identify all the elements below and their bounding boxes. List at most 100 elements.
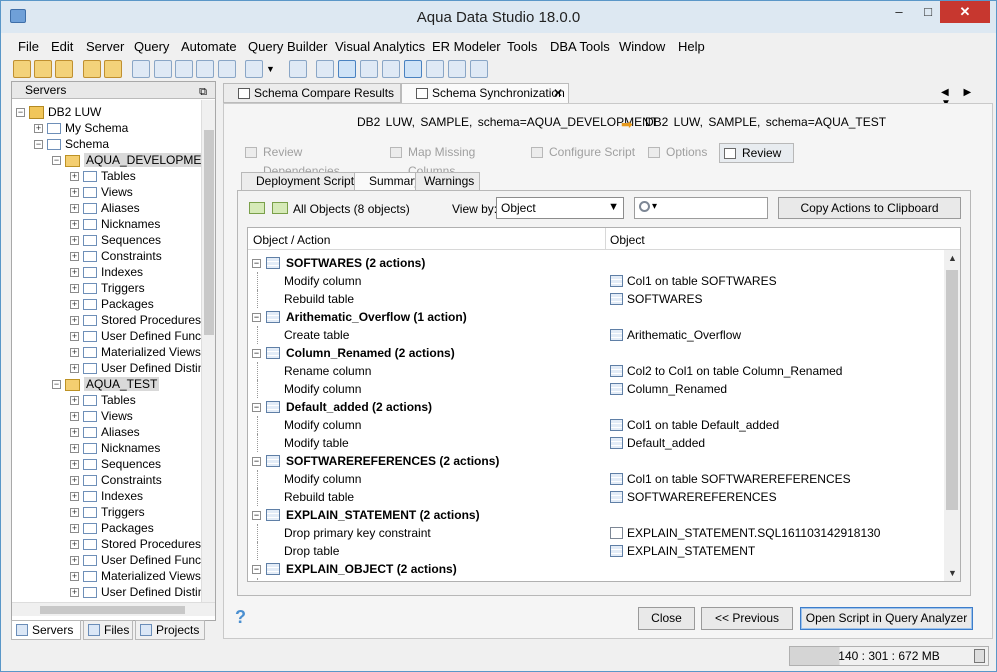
expand-all-icon[interactable] bbox=[249, 202, 265, 214]
chart-icon[interactable] bbox=[470, 60, 488, 78]
table-row[interactable]: Modify column Col1 on table SOFTWARES bbox=[248, 272, 944, 290]
tree-folder[interactable]: + Views bbox=[70, 184, 133, 200]
maximize-button[interactable]: □ bbox=[914, 1, 942, 23]
table-group-row[interactable]: − Arithematic_Overflow (1 action) bbox=[248, 308, 944, 326]
view-by-select[interactable]: Object ▼ bbox=[496, 197, 624, 219]
step-map-missing-columns[interactable]: Map Missing Columns bbox=[386, 143, 526, 178]
list-icon[interactable] bbox=[426, 60, 444, 78]
tree-folder[interactable]: +User Defined Distinct Types bbox=[70, 360, 201, 376]
step-options[interactable]: Options bbox=[644, 143, 714, 163]
table-row[interactable]: Modify column Col1 on table Default_added bbox=[248, 416, 944, 434]
expand-icon[interactable]: + bbox=[70, 524, 79, 534]
table-row[interactable]: Modify column Column_Renamed bbox=[248, 380, 944, 398]
expand-icon[interactable]: + bbox=[70, 332, 79, 342]
table-row[interactable]: Rebuild table SOFTWARES bbox=[248, 290, 944, 308]
tree-node-aqua-development[interactable]: −AQUA_DEVELOPMENT bbox=[52, 152, 201, 168]
table-row[interactable]: Drop foreign key constraint EXPLAIN_OBJEC… bbox=[248, 578, 944, 581]
collapse-icon[interactable]: − bbox=[16, 108, 25, 118]
expand-icon[interactable]: + bbox=[70, 588, 79, 598]
restore-icon[interactable]: ⧉ bbox=[199, 84, 207, 100]
table-vertical-scrollbar[interactable]: ▲ ▼ bbox=[944, 250, 960, 581]
compare-icon[interactable] bbox=[196, 60, 214, 78]
table-row[interactable]: Rename column Col2 to Col1 on table Colum… bbox=[248, 362, 944, 380]
table-icon[interactable] bbox=[382, 60, 400, 78]
menu-window[interactable]: Window bbox=[619, 39, 665, 54]
tab-projects[interactable]: Projects bbox=[135, 620, 205, 640]
expand-icon[interactable]: + bbox=[70, 540, 79, 550]
expand-icon[interactable]: + bbox=[70, 364, 79, 374]
tree-node-schema[interactable]: − Schema bbox=[34, 136, 109, 152]
table-row[interactable]: Create table Arithematic_Overflow bbox=[248, 326, 944, 344]
tree-folder[interactable]: +User Defined Functions bbox=[70, 328, 201, 344]
collapse-icon[interactable]: − bbox=[52, 156, 61, 166]
table-group-row[interactable]: − SOFTWARES (2 actions) bbox=[248, 254, 944, 272]
query-window-icon[interactable] bbox=[132, 60, 150, 78]
tab-warnings[interactable]: Warnings bbox=[415, 172, 481, 191]
previous-button[interactable]: << Previous bbox=[701, 607, 793, 630]
minimize-button[interactable]: – bbox=[885, 1, 913, 23]
expand-icon[interactable]: + bbox=[70, 348, 79, 358]
scroll-down-icon[interactable]: ▼ bbox=[948, 568, 957, 578]
table-group-row[interactable]: − SOFTWAREREFERENCES (2 actions) bbox=[248, 452, 944, 470]
tree-folder[interactable]: + Stored Procedures bbox=[70, 312, 201, 328]
table-group-row[interactable]: − EXPLAIN_OBJECT (2 actions) bbox=[248, 560, 944, 578]
tab-schema-compare-results[interactable]: Schema Compare Results bbox=[223, 83, 401, 103]
menu-query-builder[interactable]: Query Builder bbox=[248, 39, 327, 54]
menu-er-modeler[interactable]: ER Modeler bbox=[432, 39, 501, 54]
find-replace-icon[interactable] bbox=[175, 60, 193, 78]
pen-edit-icon[interactable] bbox=[104, 60, 122, 78]
tree-folder[interactable]: + Sequences bbox=[70, 456, 161, 472]
tab-files[interactable]: Files bbox=[83, 620, 133, 640]
collapse-icon[interactable]: − bbox=[252, 511, 261, 520]
tree-folder[interactable]: + Materialized Views bbox=[70, 568, 201, 584]
tree-folder[interactable]: +User Defined Functions bbox=[70, 552, 201, 568]
tree-node-my-schema[interactable]: + My Schema bbox=[34, 120, 128, 136]
tree-folder[interactable]: + Views bbox=[70, 408, 133, 424]
tree-folder[interactable]: + Nicknames bbox=[70, 216, 160, 232]
tree-folder[interactable]: + Nicknames bbox=[70, 440, 160, 456]
menu-file[interactable]: File bbox=[18, 39, 39, 54]
expand-icon[interactable]: + bbox=[70, 300, 79, 310]
menu-server[interactable]: Server bbox=[86, 39, 124, 54]
expand-icon[interactable]: + bbox=[70, 172, 79, 182]
expand-icon[interactable]: + bbox=[70, 572, 79, 582]
menu-edit[interactable]: Edit bbox=[51, 39, 73, 54]
split-icon[interactable] bbox=[448, 60, 466, 78]
tree-folder[interactable]: + Triggers bbox=[70, 504, 145, 520]
expand-icon[interactable]: + bbox=[70, 204, 79, 214]
table-row[interactable]: Modify column Col1 on table SOFTWAREREFER… bbox=[248, 470, 944, 488]
grid-icon[interactable] bbox=[316, 60, 334, 78]
table-group-row[interactable]: − Default_added (2 actions) bbox=[248, 398, 944, 416]
garbage-collect-icon[interactable] bbox=[974, 649, 985, 663]
expand-icon[interactable]: + bbox=[70, 444, 79, 454]
table-group-row[interactable]: − EXPLAIN_STATEMENT (2 actions) bbox=[248, 506, 944, 524]
collapse-icon[interactable]: − bbox=[252, 313, 261, 322]
table-row[interactable]: Rebuild table SOFTWAREREFERENCES bbox=[248, 488, 944, 506]
expand-icon[interactable]: + bbox=[70, 188, 79, 198]
scroll-thumb[interactable] bbox=[946, 270, 958, 510]
expand-icon[interactable]: + bbox=[70, 252, 79, 262]
tree-folder[interactable]: + Tables bbox=[70, 392, 136, 408]
tree-folder[interactable]: + Indexes bbox=[70, 264, 143, 280]
tree-folder[interactable]: + Aliases bbox=[70, 200, 140, 216]
expand-icon[interactable]: + bbox=[70, 236, 79, 246]
tree-folder[interactable]: + Aliases bbox=[70, 424, 140, 440]
expand-icon[interactable]: + bbox=[70, 396, 79, 406]
expand-icon[interactable]: + bbox=[70, 284, 79, 294]
scroll-thumb[interactable] bbox=[204, 130, 214, 335]
tree-folder[interactable]: + Triggers bbox=[70, 280, 145, 296]
menu-tools[interactable]: Tools bbox=[507, 39, 537, 54]
connect-icon[interactable] bbox=[55, 60, 73, 78]
scroll-thumb[interactable] bbox=[40, 606, 185, 614]
collapse-icon[interactable]: − bbox=[252, 349, 261, 358]
expand-icon[interactable]: + bbox=[70, 460, 79, 470]
tree-node-aqua-test[interactable]: − AQUA_TEST bbox=[52, 376, 160, 392]
expand-icon[interactable]: + bbox=[70, 508, 79, 518]
tab-servers[interactable]: Servers bbox=[11, 620, 81, 640]
expand-icon[interactable]: + bbox=[70, 556, 79, 566]
collapse-icon[interactable]: − bbox=[252, 259, 261, 268]
tree-folder[interactable]: + Packages bbox=[70, 520, 154, 536]
expand-icon[interactable]: + bbox=[70, 492, 79, 502]
monitor-icon[interactable] bbox=[218, 60, 236, 78]
expand-icon[interactable]: + bbox=[70, 412, 79, 422]
